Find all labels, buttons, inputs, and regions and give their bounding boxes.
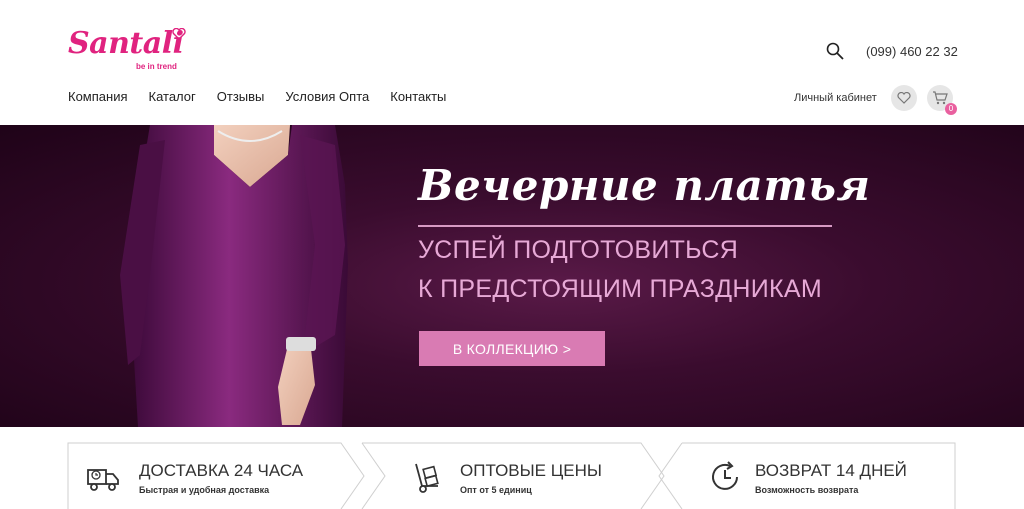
account-link[interactable]: Личный кабинет bbox=[794, 92, 877, 104]
feature-wholesale-title: ОПТОВЫЕ ЦЕНЫ bbox=[460, 461, 602, 480]
wishlist-button[interactable] bbox=[891, 85, 917, 111]
logo-tagline: be in trend bbox=[136, 62, 177, 71]
delivery-truck-icon bbox=[87, 469, 119, 491]
model-dress-image bbox=[120, 125, 348, 427]
banner-title: Вечерние платья bbox=[418, 161, 871, 210]
cart-button[interactable]: 0 bbox=[927, 85, 957, 115]
main-nav: Компания Каталог Отзывы Условия Опта Кон… bbox=[68, 89, 446, 104]
heart-logo-icon bbox=[172, 28, 186, 40]
cart-icon bbox=[933, 91, 948, 105]
phone-number[interactable]: (099) 460 22 32 bbox=[866, 44, 958, 59]
site-header: Santali be in trend (099) 460 22 32 Комп… bbox=[0, 0, 1024, 125]
cart-count-badge: 0 bbox=[945, 103, 957, 115]
nav-item-catalog[interactable]: Каталог bbox=[149, 89, 196, 104]
return-clock-icon bbox=[712, 461, 738, 490]
heart-icon bbox=[897, 92, 911, 104]
hero-banner[interactable]: Вечерние платья УСПЕЙ ПОДГОТОВИТЬСЯ К ПР… bbox=[0, 125, 1024, 427]
nav-item-company[interactable]: Компания bbox=[68, 89, 128, 104]
banner-subtitle-line2: К ПРЕДСТОЯЩИМ ПРАЗДНИКАМ bbox=[418, 275, 822, 303]
nav-item-wholesale[interactable]: Условия Опта bbox=[285, 89, 369, 104]
banner-subtitle-line1: УСПЕЙ ПОДГОТОВИТЬСЯ bbox=[418, 236, 739, 264]
feature-return-title: ВОЗВРАТ 14 ДНЕЙ bbox=[755, 461, 907, 480]
logo-wordmark: Santali bbox=[68, 26, 184, 61]
banner-divider bbox=[418, 225, 832, 227]
feature-wholesale-desc: Опт от 5 единиц bbox=[460, 485, 532, 495]
logo[interactable]: Santali be in trend bbox=[68, 26, 198, 74]
hand-truck-icon bbox=[415, 463, 439, 493]
feature-return-desc: Возможность возврата bbox=[755, 485, 859, 495]
search-icon[interactable] bbox=[826, 42, 844, 60]
feature-delivery-desc: Быстрая и удобная доставка bbox=[139, 485, 270, 495]
nav-item-reviews[interactable]: Отзывы bbox=[217, 89, 265, 104]
features-bar: ДОСТАВКА 24 ЧАСА Быстрая и удобная доста… bbox=[0, 427, 1024, 509]
collection-button[interactable]: В КОЛЛЕКЦИЮ > bbox=[419, 331, 605, 366]
nav-item-contacts[interactable]: Контакты bbox=[390, 89, 446, 104]
feature-delivery-title: ДОСТАВКА 24 ЧАСА bbox=[139, 461, 304, 480]
